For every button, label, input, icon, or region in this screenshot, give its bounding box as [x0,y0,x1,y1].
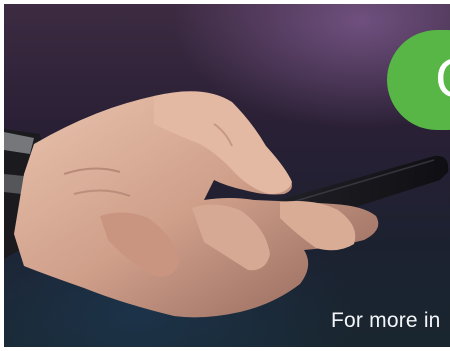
hero-banner: C For more in [4,4,450,347]
pill-text: C [435,50,450,110]
banner-caption: For more in [331,309,441,332]
hand-holding-phone-image [4,91,449,318]
